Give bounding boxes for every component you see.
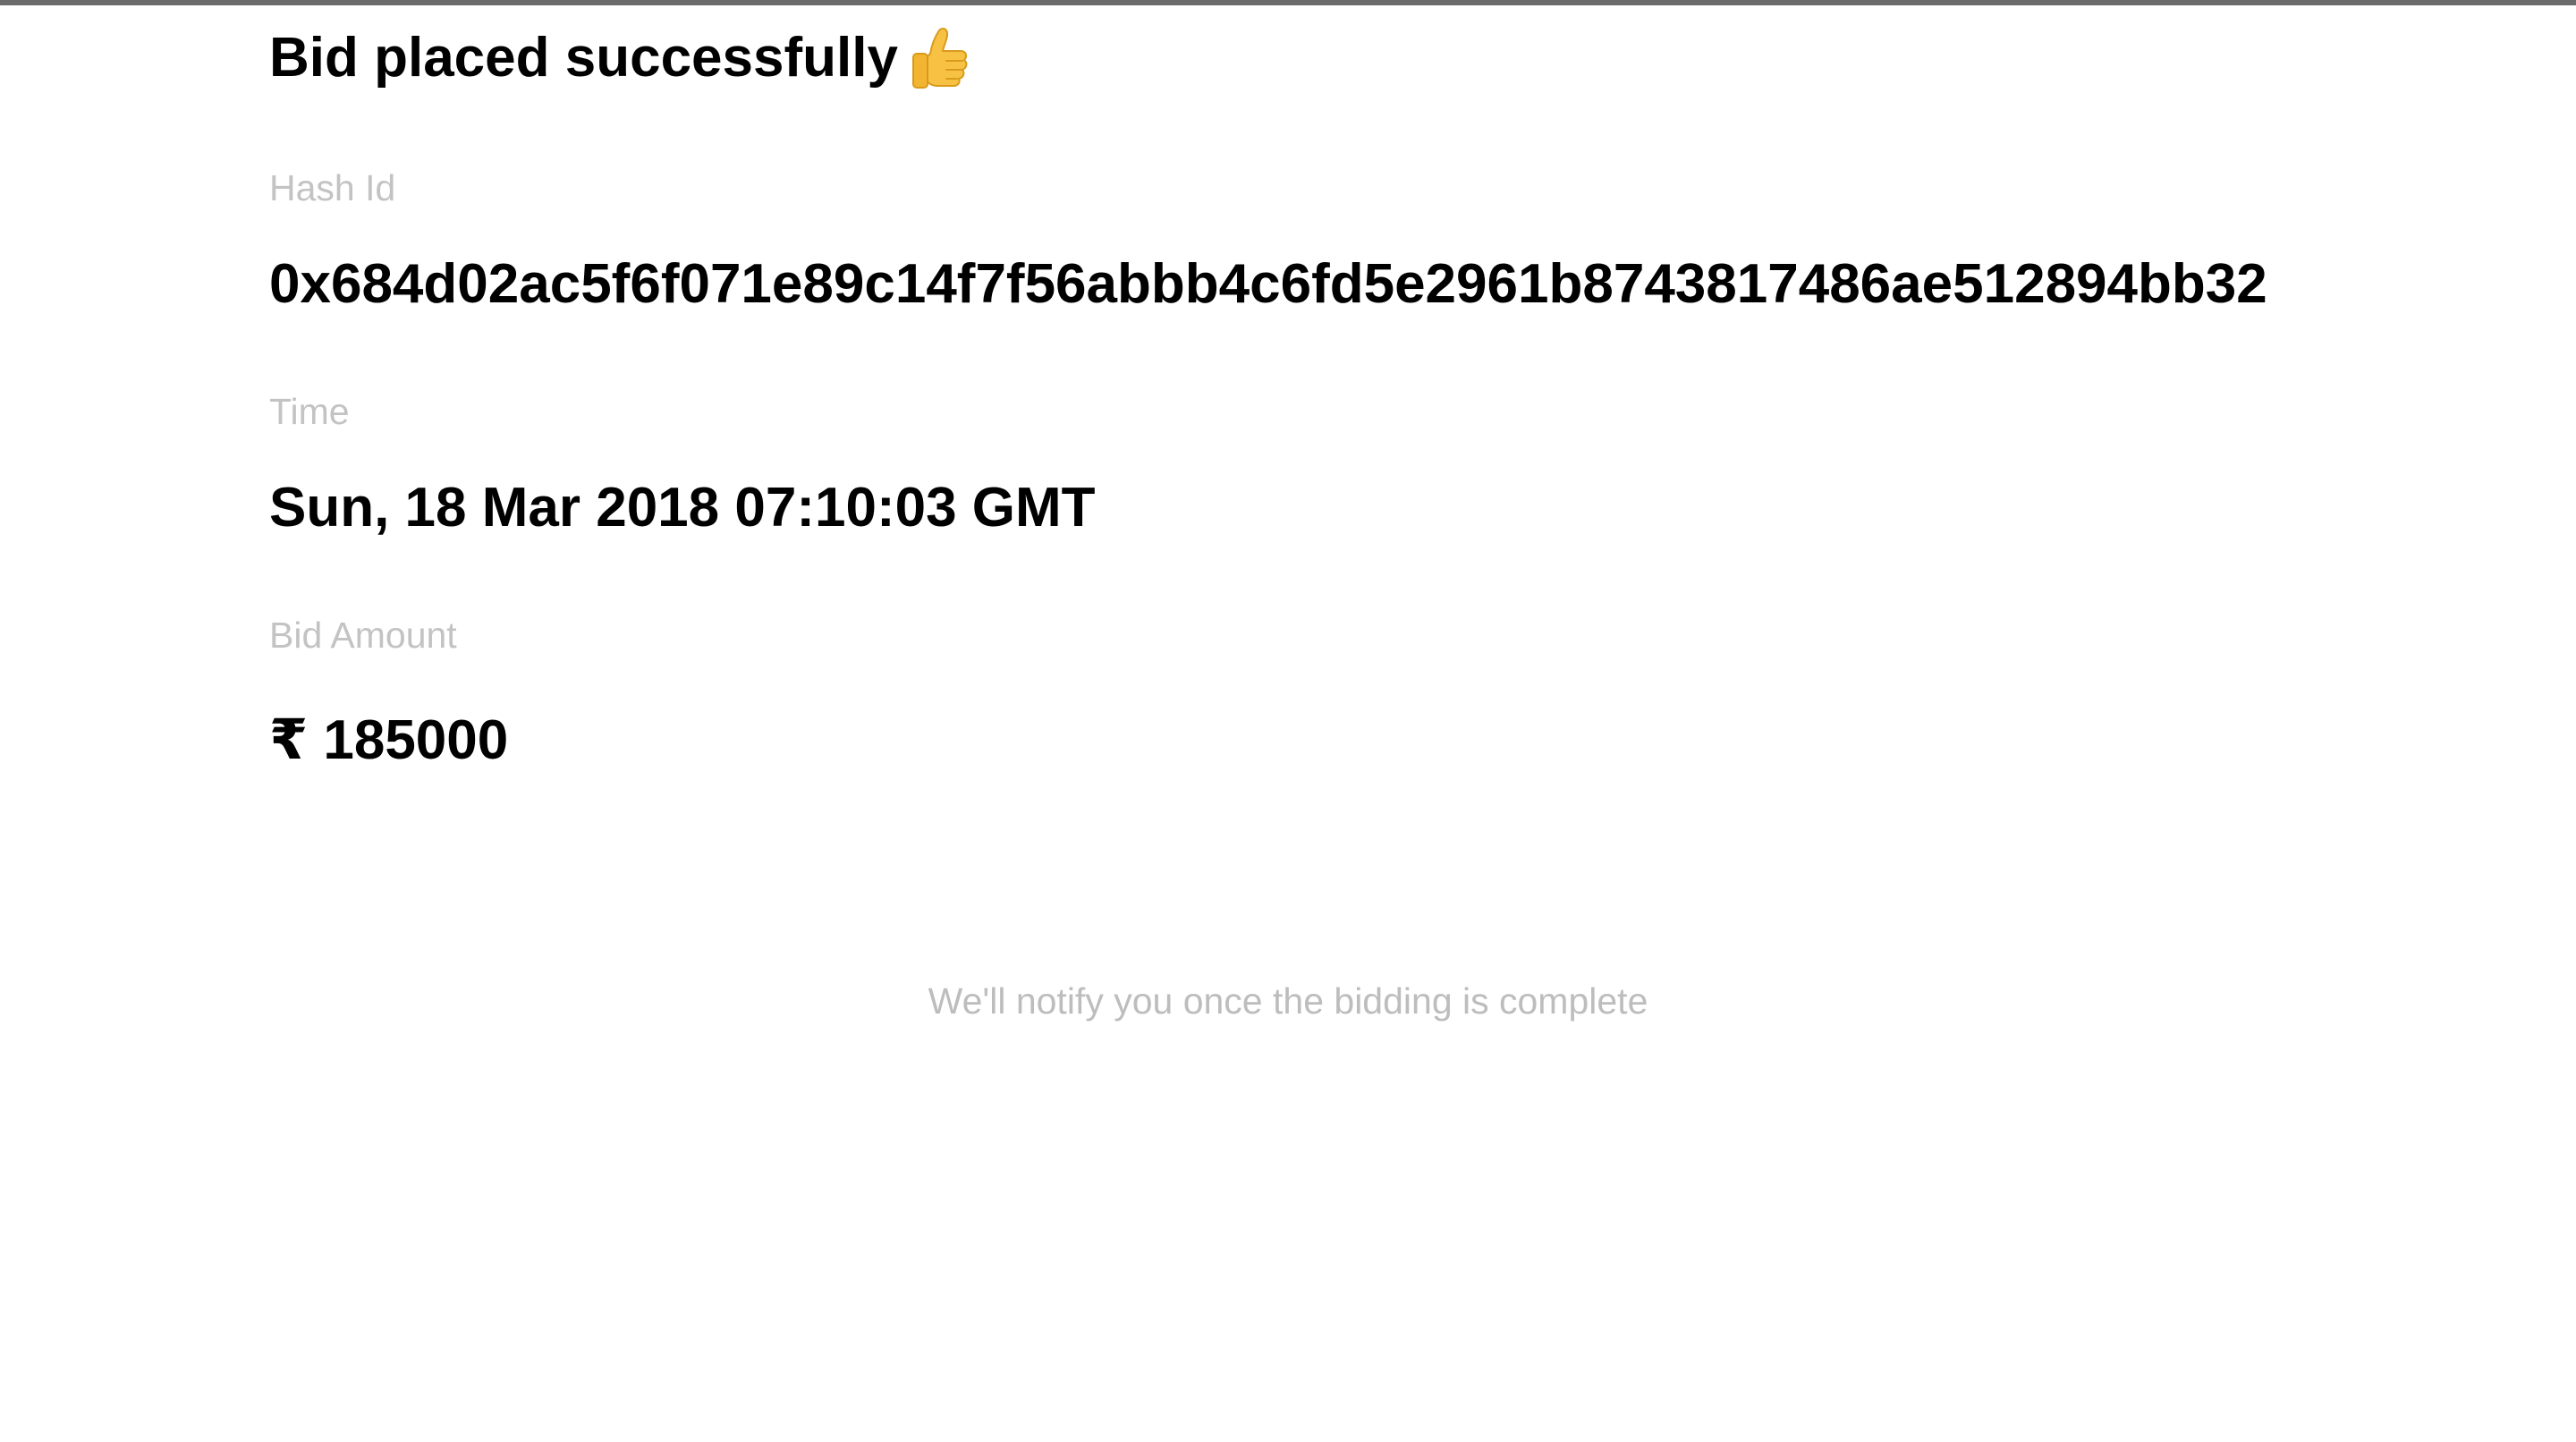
time-value: Sun, 18 Mar 2018 07:10:03 GMT xyxy=(269,477,1096,539)
time-label: Time xyxy=(269,391,350,432)
top-border xyxy=(0,0,2576,5)
bid-amount-label: Bid Amount xyxy=(269,615,457,656)
hash-id-value: 0x684d02ac5f6f071e89c14f7f56abbb4c6fd5e2… xyxy=(269,253,2267,315)
page-title: Bid placed successfully xyxy=(269,20,970,97)
bid-amount-value: ₹ 185000 xyxy=(269,709,509,771)
page-title-text: Bid placed successfully xyxy=(269,27,898,89)
thumbs-up-icon xyxy=(911,27,970,89)
hash-id-label: Hash Id xyxy=(269,167,396,208)
notification-note: We'll notify you once the bidding is com… xyxy=(928,980,1648,1022)
